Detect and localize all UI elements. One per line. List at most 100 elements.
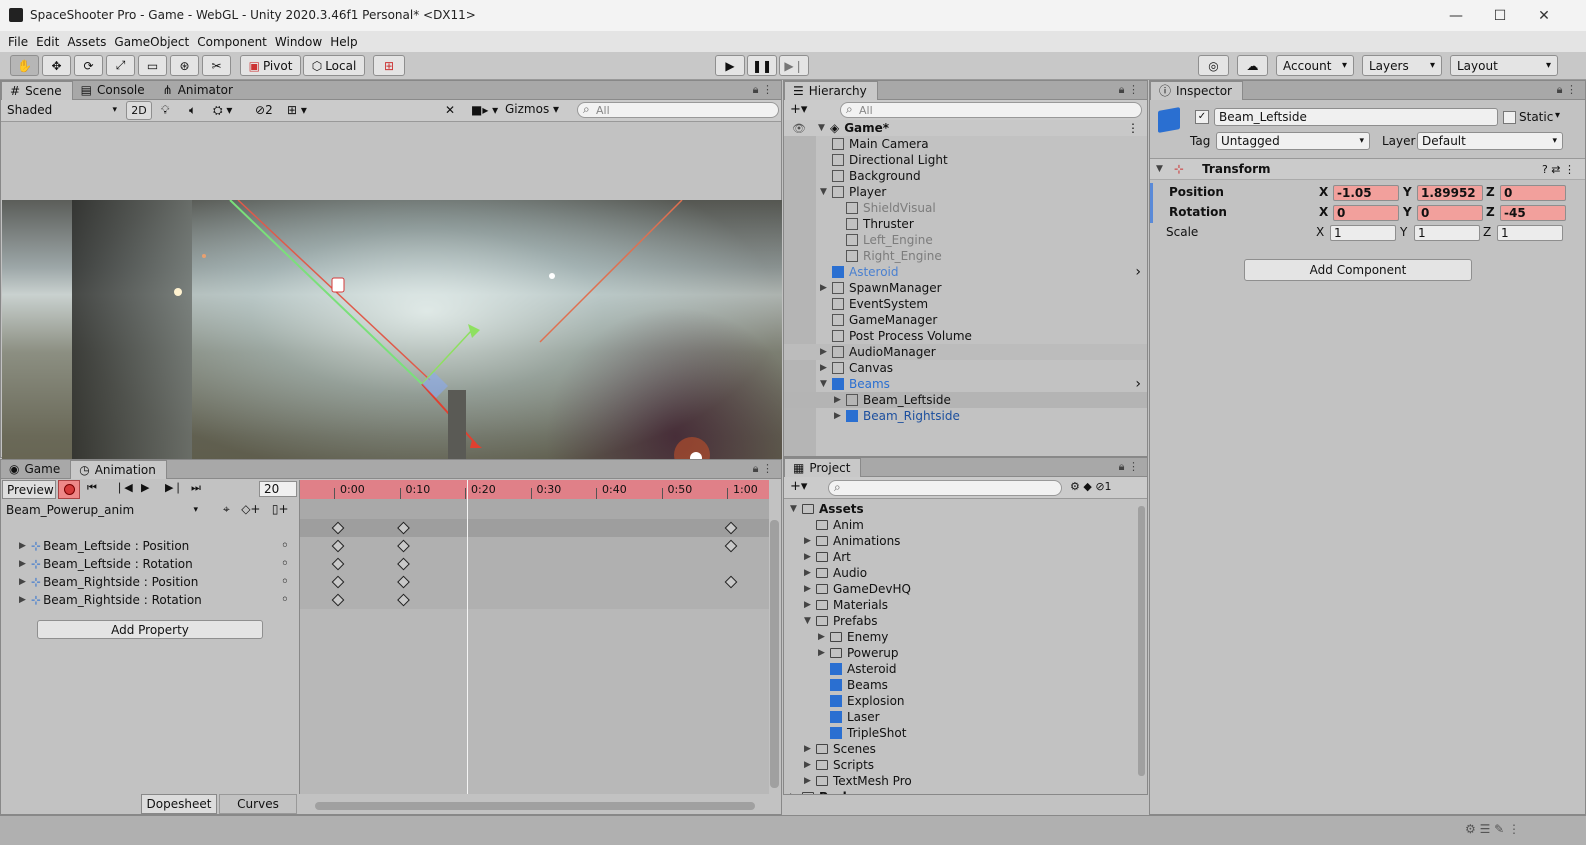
hierarchy-search-input[interactable]: All (840, 102, 1142, 118)
keyframe-diamond[interactable] (397, 521, 410, 535)
add-property-button[interactable]: Add Property (37, 620, 263, 639)
maximize-button[interactable]: ☐ (1478, 0, 1522, 31)
expand-arrow-icon[interactable]: ▶ (19, 559, 31, 569)
project-item[interactable]: Asteroid (784, 661, 1136, 677)
animation-property-row[interactable]: ▶ ⊹ Beam_Rightside : Position ◦ (1, 573, 299, 591)
expand-arrow-icon[interactable]: ▼ (820, 187, 832, 197)
expand-arrow-icon[interactable]: ▶ (820, 283, 832, 293)
scene-root-row[interactable]: 👁︎ ▼ ◈ Game* ⋮ (784, 120, 1147, 136)
scene-search-input[interactable]: All (577, 102, 779, 118)
hierarchy-item[interactable]: Asteroid › (784, 264, 1147, 280)
hierarchy-item[interactable]: ▶ AudioManager (784, 344, 1147, 360)
expand-arrow-icon[interactable]: ▶ (834, 395, 846, 405)
close-button[interactable]: ✕ (1522, 0, 1566, 31)
scene-menu-icon[interactable]: ⋮ (1127, 121, 1139, 135)
dopesheet-tab[interactable]: Dopesheet (141, 794, 217, 814)
hierarchy-item[interactable]: ▶ SpawnManager (784, 280, 1147, 296)
keyframe-diamond[interactable] (397, 575, 410, 589)
tab-animator[interactable]: ⋔ Animator (155, 81, 243, 100)
transform-y-field[interactable]: 0 (1417, 205, 1483, 221)
project-item[interactable]: ▶ Audio (784, 565, 1136, 581)
keyframe-diamond[interactable] (397, 593, 410, 607)
effects-icon[interactable]: ⛭ ▾ (213, 103, 232, 118)
visibility-eye-icon[interactable]: 👁︎ (792, 122, 806, 135)
menu-component[interactable]: Component (197, 35, 267, 49)
property-ring-icon[interactable]: ◦ (281, 592, 289, 608)
project-item[interactable]: Laser (784, 709, 1136, 725)
minimize-button[interactable]: — (1434, 0, 1478, 31)
tab-console[interactable]: ▤ Console (73, 81, 155, 100)
project-item[interactable]: ▼ Prefabs (784, 613, 1136, 629)
pivot-toggle[interactable]: ▣ Pivot (240, 55, 301, 76)
first-frame-button[interactable]: ⏮ (87, 481, 97, 495)
project-item[interactable]: ▼ Assets (784, 501, 1136, 517)
expand-arrow-icon[interactable]: ▶ (19, 577, 31, 587)
project-vscrollbar[interactable] (1138, 506, 1145, 776)
transform-x-field[interactable]: 1 (1330, 225, 1396, 241)
keyframe-diamond[interactable] (331, 521, 345, 535)
keyframe-diamond[interactable] (397, 557, 410, 571)
move-tool-icon[interactable]: ✥ (42, 55, 71, 76)
panel-lock-icon[interactable]: 🔒︎ ⋮ (1557, 83, 1577, 97)
menu-gameobject[interactable]: GameObject (114, 35, 189, 49)
hierarchy-item[interactable]: EventSystem (784, 296, 1147, 312)
expand-arrow-icon[interactable]: ▶ (19, 541, 31, 551)
keyframe-diamond[interactable] (397, 539, 410, 553)
hierarchy-item[interactable]: GameManager (784, 312, 1147, 328)
animation-property-row[interactable]: ▶ ⊹ Beam_Rightside : Rotation ◦ (1, 591, 299, 609)
rect-tool-icon[interactable]: ▭ (138, 55, 167, 76)
static-checkbox[interactable] (1503, 111, 1516, 124)
keyframe-diamond[interactable] (724, 539, 738, 553)
panel-lock-icon[interactable]: 🔒︎ ⋮ (1119, 460, 1139, 474)
transform-tool-icon[interactable]: ⊛ (170, 55, 199, 76)
play-anim-button[interactable]: ▶ (141, 481, 149, 494)
hierarchy-item[interactable]: Post Process Volume (784, 328, 1147, 344)
create-plus-icon[interactable]: +▾ (790, 102, 807, 117)
property-ring-icon[interactable]: ◦ (281, 574, 289, 590)
expand-arrow-icon[interactable]: ▶ (818, 648, 830, 658)
expand-arrow-icon[interactable]: ▼ (790, 504, 802, 514)
axis-label-z[interactable]: Z (1483, 225, 1491, 239)
filter-icons[interactable]: ⚙ ◆ ⊘1 (1070, 480, 1112, 493)
rotate-tool-icon[interactable]: ⟳ (74, 55, 103, 76)
object-name-field[interactable]: Beam_Leftside (1214, 108, 1498, 126)
project-item[interactable]: ▶ GameDevHQ (784, 581, 1136, 597)
menu-help[interactable]: Help (330, 35, 357, 49)
transform-x-field[interactable]: 0 (1333, 205, 1399, 221)
property-ring-icon[interactable]: ◦ (281, 556, 289, 572)
keyframe-diamond[interactable] (331, 593, 345, 607)
create-plus-icon[interactable]: +▾ (790, 479, 807, 494)
step-button[interactable]: ▶❘ (779, 55, 809, 76)
lighting-icon[interactable]: 💡︎ (161, 103, 169, 118)
expand-arrow-icon[interactable]: ▶ (804, 536, 816, 546)
panel-lock-icon[interactable]: 🔒︎ ⋮ (1119, 83, 1139, 97)
project-search-input[interactable] (828, 480, 1062, 496)
transform-z-field[interactable]: -45 (1500, 205, 1566, 221)
expand-arrow-icon[interactable]: ▶ (804, 552, 816, 562)
project-item[interactable]: ▶ Animations (784, 533, 1136, 549)
layer-dropdown[interactable]: Default ▾ (1417, 132, 1563, 150)
hand-tool-icon[interactable]: ✋ (10, 55, 39, 76)
expand-arrow-icon[interactable]: ▼ (1156, 164, 1168, 174)
tab-animation[interactable]: ◷ Animation (70, 459, 167, 479)
menu-edit[interactable]: Edit (36, 35, 59, 49)
project-item[interactable]: ▶ Enemy (784, 629, 1136, 645)
hierarchy-item[interactable]: ▶ Canvas (784, 360, 1147, 376)
keyframe-diamond[interactable] (724, 575, 738, 589)
transform-x-field[interactable]: -1.05 (1333, 185, 1399, 201)
transform-label[interactable]: Rotation (1169, 205, 1227, 219)
static-chevron-icon[interactable]: ▾ (1555, 110, 1560, 121)
hidden-objects-icon[interactable]: ⊘2 (255, 103, 273, 117)
menu-file[interactable]: File (8, 35, 28, 49)
expand-arrow-icon[interactable]: ▶ (804, 568, 816, 578)
project-item[interactable]: Beams (784, 677, 1136, 693)
pause-button[interactable]: ❚❚ (747, 55, 777, 76)
menu-assets[interactable]: Assets (67, 35, 106, 49)
expand-arrow-icon[interactable]: ▼ (804, 616, 816, 626)
audio-icon[interactable]: 🔈︎ (189, 103, 196, 118)
expand-arrow-icon[interactable]: ▼ (820, 379, 832, 389)
transform-z-field[interactable]: 0 (1500, 185, 1566, 201)
gizmos-dropdown[interactable]: Gizmos ▾ (505, 102, 559, 116)
layout-dropdown[interactable]: Layout (1450, 55, 1558, 76)
transform-label[interactable]: Scale (1166, 225, 1198, 239)
